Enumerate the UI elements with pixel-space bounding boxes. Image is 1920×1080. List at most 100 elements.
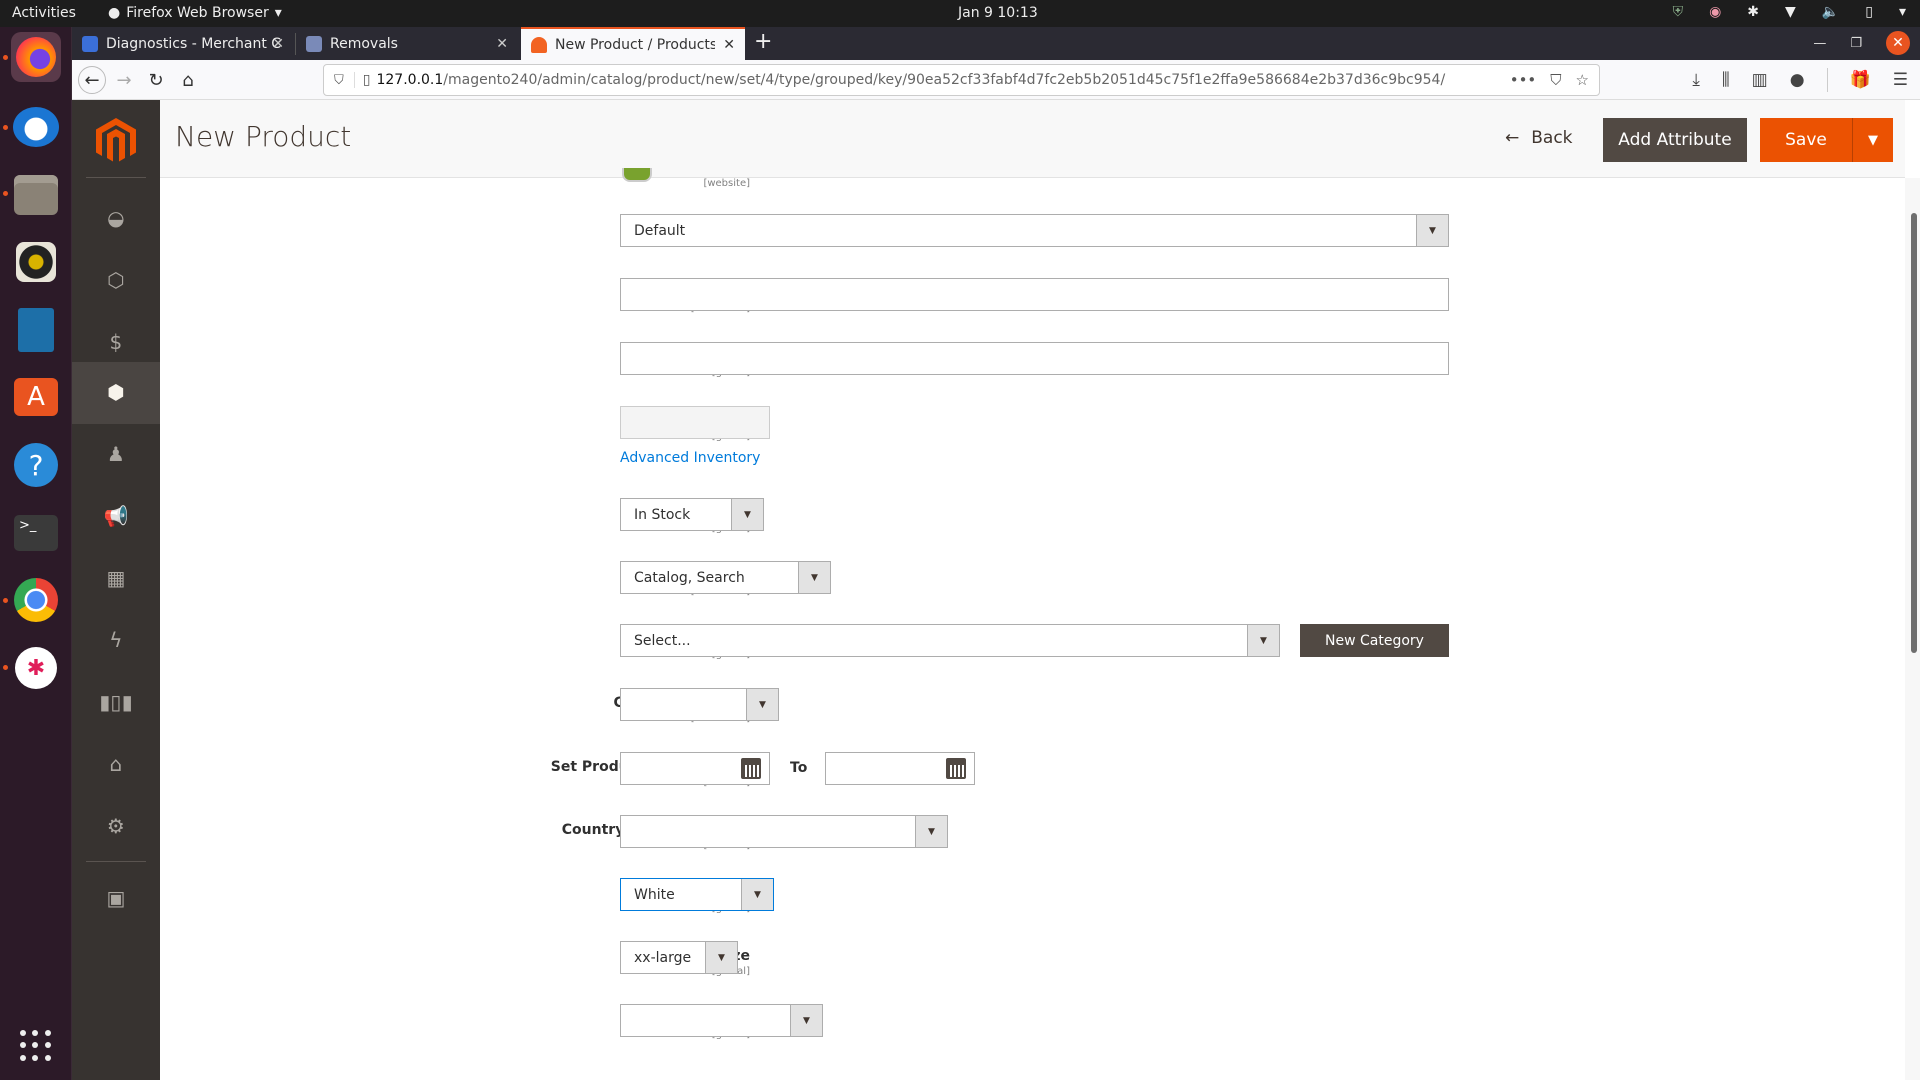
sidebar-item-marketing[interactable]: 📢MARKETING (72, 486, 160, 548)
shield-icon[interactable]: ⛨ (1673, 4, 1684, 20)
field-visibility: Visibility [store view] Catalog, Search … (160, 561, 1905, 601)
close-tab-icon[interactable]: ✕ (496, 36, 508, 52)
tab-removals[interactable]: Removals ✕ (296, 27, 518, 60)
url-bar[interactable]: ⛉ ▯ 127.0.0.1/magento240/admin/catalog/p… (323, 64, 1600, 96)
new-from-date-input[interactable] (620, 752, 770, 785)
tracking-protection-icon[interactable]: ⛉ (334, 73, 344, 88)
sidebar-item-stores[interactable]: ⌂STORES (72, 734, 160, 796)
size-select[interactable]: xx-large ▼ (620, 941, 738, 974)
sidebar-item-catalog[interactable]: ⬢CATALOG (72, 362, 160, 424)
new-category-button[interactable]: New Category (1300, 624, 1449, 657)
stock-status-select[interactable]: In Stock ▼ (620, 498, 764, 531)
sidebar-item-partners[interactable]: ▣FIND PARTNERS & EXTENSIONS (72, 864, 160, 934)
dock-rhythmbox[interactable] (11, 237, 61, 287)
calendar-icon[interactable] (741, 758, 761, 779)
gear-icon: ⚙ (106, 813, 126, 838)
caret-down-icon: ▼ (1868, 132, 1878, 148)
app-menu[interactable]: ● Firefox Web Browser ▾ (108, 5, 282, 21)
country-select[interactable]: ▼ (620, 815, 948, 848)
battery-icon[interactable]: ▯ (1865, 4, 1873, 20)
clothing-material-select[interactable]: ▼ (620, 688, 779, 721)
magento-icon (531, 36, 547, 53)
wifi-icon[interactable]: ▼ (1785, 4, 1796, 20)
add-attribute-button[interactable]: Add Attribute (1603, 118, 1747, 162)
sidebar-icon[interactable]: ▥ (1752, 70, 1768, 90)
dock-software[interactable]: A (11, 372, 61, 422)
restore-button[interactable]: ❐ (1850, 36, 1862, 51)
dock-help[interactable]: ? (11, 440, 61, 490)
chevron-down-icon: ▼ (746, 689, 778, 720)
forward-button[interactable]: → (110, 66, 138, 94)
chrome-tray-icon[interactable]: ◉ (1709, 4, 1721, 20)
sidebar-item-reports[interactable]: ▮▯▮REPORTS (72, 672, 160, 734)
field-color: Color [global] White ▼ (160, 878, 1905, 918)
dock-files[interactable] (11, 170, 61, 220)
field-new-from: Set Product as New From [website] To (160, 752, 1905, 792)
product-name-input[interactable] (620, 278, 1449, 311)
sku-input[interactable] (620, 342, 1449, 375)
reload-button[interactable]: ↻ (142, 66, 170, 94)
download-icon[interactable]: ⤓ (1692, 70, 1700, 90)
chevron-down-icon: ▼ (741, 879, 773, 910)
account-icon[interactable]: ● (1790, 70, 1805, 90)
chevron-down-icon: ▼ (1416, 215, 1448, 246)
quantity-input[interactable] (620, 406, 770, 439)
sidebar-item-system[interactable]: ⚙SYSTEM (72, 796, 160, 858)
save-button[interactable]: Save (1760, 118, 1852, 162)
magento-logo[interactable] (96, 118, 136, 164)
demo-size-select[interactable]: ▼ (620, 1004, 823, 1037)
tab-diagnostics[interactable]: Diagnostics - Merchant C ✕ (72, 27, 294, 60)
field-categories: Categories [global] Select... ▼ New Cate… (160, 624, 1905, 664)
dock-thunderbird[interactable] (11, 102, 61, 152)
enable-product-toggle[interactable] (622, 168, 652, 182)
save-options-button[interactable]: ▼ (1852, 118, 1893, 162)
app-store-icon: A (14, 378, 58, 416)
home-button[interactable]: ⌂ (174, 66, 202, 94)
chevron-down-icon[interactable]: ▾ (1899, 4, 1906, 20)
visibility-select[interactable]: Catalog, Search ▼ (620, 561, 831, 594)
speaker-icon (16, 242, 56, 282)
attribute-set-select[interactable]: Default ▼ (620, 214, 1449, 247)
dock-terminal[interactable]: >_ (11, 508, 61, 558)
field-attribute-set: Attribute Set Default ▼ (160, 214, 1905, 254)
dock-firefox[interactable] (11, 32, 61, 82)
sidebar-item-customers[interactable]: ♟CUSTOMERS (72, 424, 160, 486)
library-icon[interactable]: ⫼ (1722, 70, 1730, 90)
page-info-icon[interactable]: ▯ (353, 72, 370, 88)
color-select[interactable]: White ▼ (620, 878, 774, 911)
bookmark-star-icon[interactable]: ☆ (1576, 71, 1589, 89)
back-button[interactable]: ← (78, 66, 106, 94)
menu-icon[interactable]: ☰ (1893, 70, 1908, 90)
dock-writer[interactable] (11, 305, 61, 355)
tab-new-product[interactable]: New Product / Products ✕ (521, 27, 745, 60)
dock-chrome[interactable] (11, 575, 61, 625)
activities-button[interactable]: Activities (12, 5, 76, 21)
advanced-inventory-link[interactable]: Advanced Inventory (620, 450, 760, 466)
sidebar-item-flurrybox[interactable]: ϟFLURRYBOX (72, 610, 160, 672)
chevron-down-icon: ▼ (1247, 625, 1279, 656)
sidebar-item-content[interactable]: ▦CONTENT (72, 548, 160, 610)
close-tab-icon[interactable]: ✕ (723, 37, 735, 53)
sidebar-item-codazon[interactable]: ⬡CODAZON (72, 250, 160, 312)
new-to-date-input[interactable] (825, 752, 975, 785)
more-actions-icon[interactable]: ••• (1510, 71, 1537, 89)
show-apps-button[interactable] (20, 1030, 52, 1062)
slack-tray-icon[interactable]: ✱ (1747, 4, 1759, 20)
minimize-button[interactable]: — (1813, 36, 1826, 51)
product-form: [website] Attribute Set Default ▼ Produc… (160, 168, 1905, 1080)
close-tab-icon[interactable]: ✕ (272, 36, 284, 52)
scrollbar-thumb[interactable] (1911, 213, 1917, 653)
dock-slack[interactable]: ✱ (11, 643, 61, 693)
lego-icon: ▣ (106, 885, 126, 910)
categories-select[interactable]: Select... ▼ (620, 624, 1280, 657)
new-tab-button[interactable]: + (754, 29, 772, 54)
close-window-button[interactable]: ✕ (1886, 31, 1910, 55)
calendar-icon[interactable] (946, 758, 966, 779)
system-tray[interactable]: ⛨ ◉ ✱ ▼ 🔈 ▯ ▾ (1673, 4, 1906, 20)
gift-icon[interactable]: 🎁 (1850, 70, 1871, 90)
volume-icon[interactable]: 🔈 (1822, 4, 1839, 20)
pocket-icon[interactable]: ⛉ (1550, 71, 1561, 89)
sidebar-item-dashboard[interactable]: ◒DASHBOARD (72, 188, 160, 250)
clock[interactable]: Jan 9 10:13 (958, 5, 1038, 21)
back-link[interactable]: ← Back (1505, 128, 1573, 148)
